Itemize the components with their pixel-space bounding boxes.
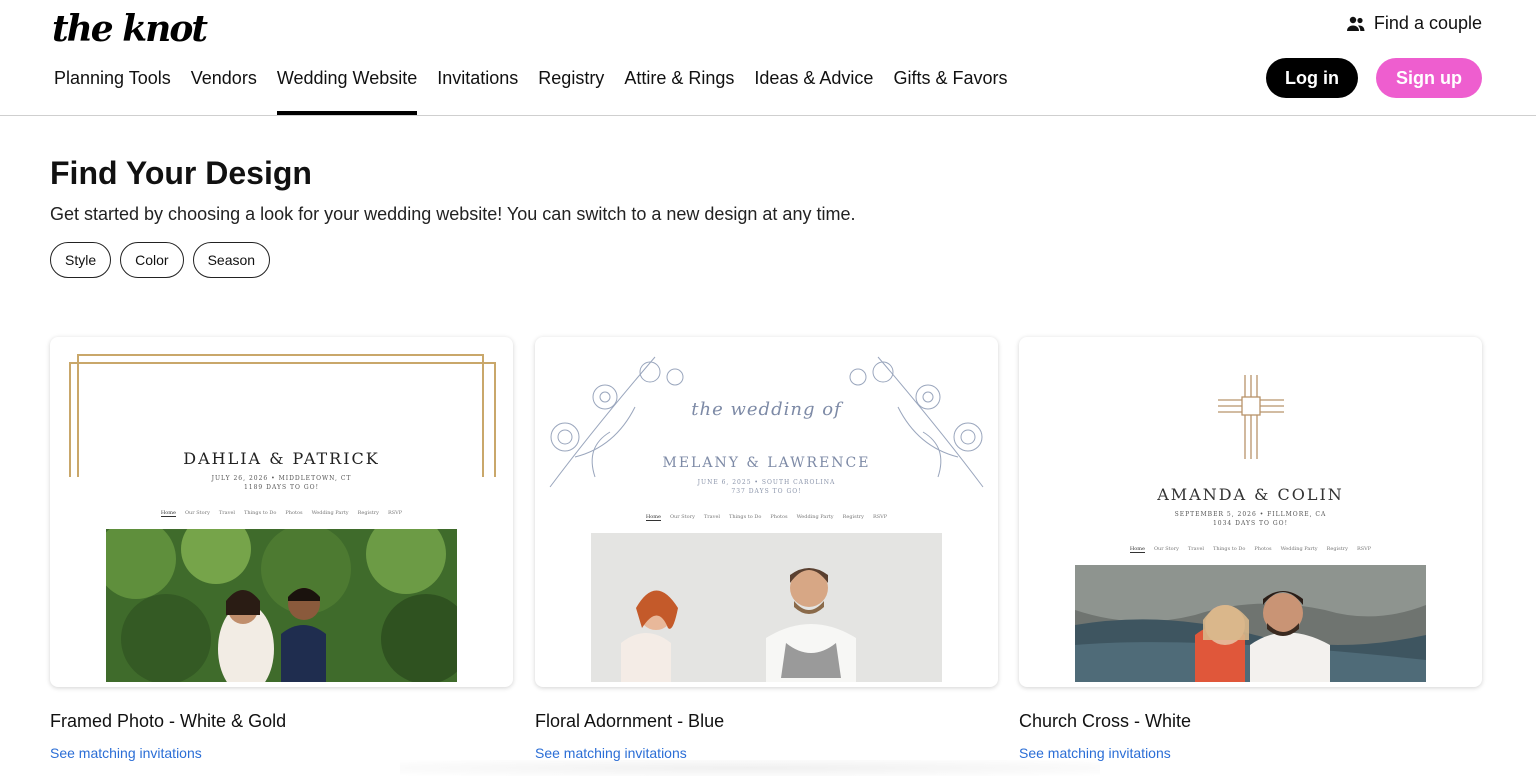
see-matching-invitations-link[interactable]: See matching invitations (1019, 745, 1171, 761)
filter-season[interactable]: Season (192, 242, 271, 278)
preview-nav-item: Wedding Party (796, 514, 834, 520)
design-name[interactable]: Church Cross - White (1019, 711, 1191, 732)
page-title: Find Your Design (50, 155, 312, 191)
preview-nav-item: Things to Do (244, 510, 277, 516)
preview-nav: Home Our Story Travel Things to Do Photo… (535, 514, 998, 521)
login-button[interactable]: Log in (1266, 58, 1358, 98)
preview-date: JUNE 6, 2025 • SOUTH CAROLINA (697, 479, 836, 486)
filter-chips: Style Color Season (50, 242, 271, 278)
preview-nav-item: Photos (770, 514, 788, 520)
nav-registry[interactable]: Registry (538, 60, 604, 115)
find-couple-label: Find a couple (1373, 13, 1482, 33)
preview-nav-item: Home (645, 514, 661, 521)
preview-nav-item: RSVP (387, 510, 403, 516)
couple-photo (106, 529, 457, 682)
nav-vendors[interactable]: Vendors (191, 60, 257, 115)
see-matching-invitations-link[interactable]: See matching invitations (535, 745, 687, 761)
preview-nav-item: Our Story (1153, 546, 1179, 552)
preview-nav-item: Registry (357, 510, 379, 516)
preview-nav-item: Home (160, 510, 176, 517)
preview-nav-item: Wedding Party (311, 510, 349, 516)
find-couple-link[interactable]: Find a couple (1346, 13, 1482, 34)
preview-nav-item: Photos (285, 510, 303, 516)
nav-wedding-website[interactable]: Wedding Website (276, 60, 418, 115)
cross-icon (1218, 375, 1284, 459)
preview-couple-name: MELANY & LAWRENCE (662, 455, 871, 471)
preview-nav-item: Things to Do (729, 514, 762, 520)
signup-button[interactable]: Sign up (1376, 58, 1482, 98)
preview-nav-item: Home (1129, 546, 1145, 553)
see-matching-invitations-link[interactable]: See matching invitations (50, 745, 202, 761)
filter-style[interactable]: Style (50, 242, 112, 278)
preview-countdown: 1034 DAYS TO GO! (1212, 520, 1288, 527)
site-header: the knot Find a couple Planning Tools Ve… (0, 0, 1536, 116)
design-card: DAHLIA & PATRICK JULY 26, 2026 • MIDDLET… (50, 337, 513, 761)
preview-nav-item: Photos (1254, 546, 1272, 552)
preview-countdown: 737 DAYS TO GO! (731, 488, 802, 495)
preview-nav-item: Wedding Party (1280, 546, 1318, 552)
preview-nav: Home Our Story Travel Things to Do Photo… (50, 510, 513, 517)
preview-date: JULY 26, 2026 • MIDDLETOWN, CT (211, 475, 352, 482)
preview-nav-item: Travel (1187, 546, 1205, 552)
couple-photo (591, 533, 942, 682)
filter-color[interactable]: Color (120, 242, 184, 278)
preview-nav-item: RSVP (1356, 546, 1372, 552)
nav-planning-tools[interactable]: Planning Tools (54, 60, 171, 115)
design-name[interactable]: Framed Photo - White & Gold (50, 711, 286, 732)
preview-couple-name: DAHLIA & PATRICK (183, 449, 380, 468)
people-icon (1346, 16, 1365, 31)
preview-nav-item: Registry (1326, 546, 1348, 552)
site-logo[interactable]: the knot (52, 8, 208, 50)
couple-photo (1075, 565, 1426, 682)
nav-invitations[interactable]: Invitations (437, 60, 518, 115)
preview-nav-item: Our Story (184, 510, 210, 516)
page-subtitle: Get started by choosing a look for your … (50, 204, 856, 224)
main-nav: Planning Tools Vendors Wedding Website I… (54, 60, 1027, 115)
scroll-shadow (400, 760, 1100, 776)
preview-couple-name: AMANDA & COLIN (1157, 485, 1344, 504)
nav-gifts-favors[interactable]: Gifts & Favors (893, 60, 1007, 115)
design-card: the wedding of MELANY & LAWRENCE JUNE 6,… (535, 337, 998, 761)
preview-nav-item: Registry (842, 514, 864, 520)
nav-attire-rings[interactable]: Attire & Rings (624, 60, 734, 115)
preview-nav-item: Our Story (669, 514, 695, 520)
preview-nav-item: Travel (703, 514, 721, 520)
nav-ideas-advice[interactable]: Ideas & Advice (754, 60, 873, 115)
preview-script-text: the wedding of (691, 399, 842, 420)
design-card: AMANDA & COLIN SEPTEMBER 5, 2026 • FILLM… (1019, 337, 1482, 761)
preview-countdown: 1189 DAYS TO GO! (243, 484, 319, 491)
design-preview[interactable]: the wedding of MELANY & LAWRENCE JUNE 6,… (535, 337, 998, 687)
design-preview[interactable]: DAHLIA & PATRICK JULY 26, 2026 • MIDDLET… (50, 337, 513, 687)
design-name[interactable]: Floral Adornment - Blue (535, 711, 724, 732)
preview-nav-item: Travel (218, 510, 236, 516)
design-preview[interactable]: AMANDA & COLIN SEPTEMBER 5, 2026 • FILLM… (1019, 337, 1482, 687)
preview-nav: Home Our Story Travel Things to Do Photo… (1019, 546, 1482, 553)
preview-nav-item: RSVP (872, 514, 888, 520)
preview-nav-item: Things to Do (1213, 546, 1246, 552)
preview-date: SEPTEMBER 5, 2026 • FILLMORE, CA (1174, 511, 1327, 518)
